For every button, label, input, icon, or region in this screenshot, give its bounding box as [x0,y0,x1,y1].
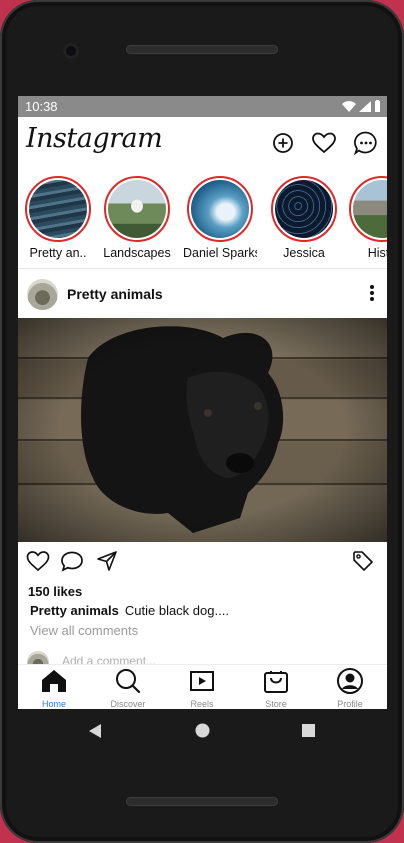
story-avatar-waves [29,180,87,238]
story-item[interactable]: Daniel Sparks [183,176,257,260]
home-button-icon[interactable] [195,723,210,738]
story-avatar-wave [191,180,249,238]
nav-profile[interactable]: Profile [320,668,380,709]
story-item[interactable]: Jessica [267,176,341,260]
nav-home-label: Home [41,699,66,709]
comment-icon[interactable] [60,550,84,572]
top-speaker [126,45,278,54]
story-avatar-castle [108,180,166,238]
messenger-icon[interactable] [353,130,379,156]
story-ring[interactable] [349,176,387,242]
post-photo[interactable] [18,318,387,542]
story-item[interactable]: Landscapes [100,176,174,260]
story-name: Pretty an.. [29,246,87,260]
story-ring[interactable] [187,176,253,242]
reels-icon [190,671,214,691]
story-item[interactable]: Pretty an.. [21,176,95,260]
story-name: Jessica [283,246,325,260]
shopping-bag-icon [264,671,288,693]
post-header: Pretty animals [18,272,387,318]
stories-row[interactable]: Pretty an.. Landscapes Daniel Sparks Jes… [18,174,387,270]
nav-discover-label: Discover [110,699,146,709]
post-caption: Pretty animals Cutie black dog.... [30,603,229,618]
status-icons [342,100,381,112]
likes-count[interactable]: 150 likes [28,584,82,599]
tag-icon[interactable] [352,550,374,572]
add-post-icon[interactable] [270,130,296,156]
story-name: Daniel Sparks [183,246,257,260]
recents-icon[interactable] [302,724,315,737]
story-item[interactable]: Histo [345,176,387,260]
status-bar: 10:38 [18,96,387,117]
caption-username[interactable]: Pretty animals [30,603,119,618]
front-camera [63,43,79,59]
story-avatar-mountains [353,180,387,238]
nav-profile-label: Profile [337,699,363,709]
caption-text: Cutie black dog.... [124,603,229,618]
back-icon[interactable] [88,723,102,739]
system-navigation [18,709,387,753]
view-all-comments-link[interactable]: View all comments [30,623,138,638]
nav-reels[interactable]: Reels [172,668,232,709]
instagram-logo[interactable]: Instagram [26,123,163,154]
story-ring[interactable] [271,176,337,242]
post-username[interactable]: Pretty animals [67,286,163,302]
story-name: Landscapes [103,246,171,260]
story-avatar-star-trails [275,180,333,238]
app-header: Instagram [18,117,387,169]
stories-divider [18,268,387,269]
signal-icon [359,100,371,112]
nav-home[interactable]: Home [24,668,84,709]
share-icon[interactable] [96,550,118,572]
nav-store-label: Store [265,699,287,709]
app-screen: 10:38 Instagram Pretty an.. Landscapes D… [18,96,387,709]
avatar[interactable] [27,279,58,310]
heart-icon[interactable] [311,130,337,156]
more-options-icon[interactable] [369,284,375,302]
post-actions [18,546,387,580]
post-image-dog [18,318,387,542]
phone-frame: 10:38 Instagram Pretty an.. Landscapes D… [0,0,404,843]
wifi-icon [342,100,356,112]
bottom-navigation: Home Discover Reels Store Profile [18,664,387,709]
story-ring[interactable] [104,176,170,242]
story-ring[interactable] [25,176,91,242]
home-icon [42,670,66,692]
story-name: Histo [367,246,387,260]
bottom-speaker [126,797,278,806]
search-icon [116,669,141,694]
nav-discover[interactable]: Discover [98,668,158,709]
profile-icon [337,668,363,694]
nav-reels-label: Reels [190,699,214,709]
nav-store[interactable]: Store [246,668,306,709]
like-icon[interactable] [26,550,50,572]
battery-icon [375,100,380,112]
status-time: 10:38 [25,99,58,114]
